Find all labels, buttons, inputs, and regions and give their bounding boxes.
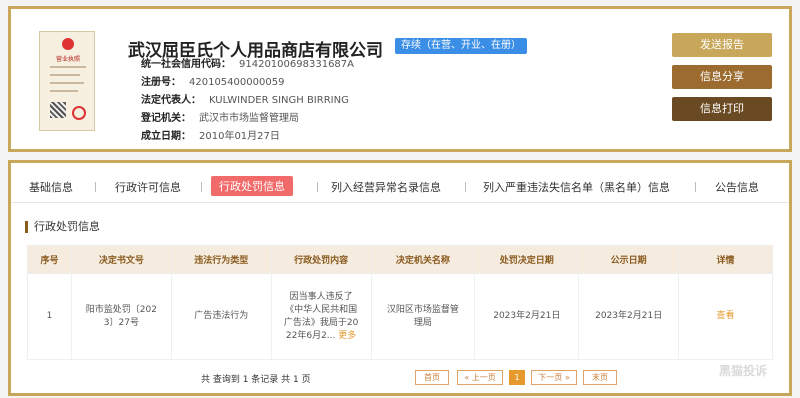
tab-divider <box>201 182 202 192</box>
national-emblem-icon <box>62 38 74 50</box>
status-badge: 存续（在营、开业、在册） <box>395 38 527 54</box>
prev-page-button[interactable]: « 上一页 <box>457 370 503 385</box>
info-label: 注册号： <box>141 77 181 88</box>
tab-divider <box>465 182 466 192</box>
table-row: 1 阳市监处罚〔202 3〕27号 广告违法行为 因当事人违反了 《中华人民共和… <box>27 273 773 360</box>
info-row-established: 成立日期： 2010年01月27日 <box>141 130 280 144</box>
next-page-button[interactable]: 下一页 » <box>531 370 577 385</box>
doc-no-line: 阳市监处罚〔202 <box>85 304 157 315</box>
info-value: 武汉市市场监督管理局 <box>199 113 299 124</box>
info-row-legal-rep: 法定代表人： KULWINDER SINGH BIRRING <box>141 94 349 108</box>
more-link[interactable]: 更多 <box>338 331 356 341</box>
column-header: 违法行为类型 <box>170 245 272 274</box>
tab-blacklist[interactable]: 列入严重违法失信名单（黑名单）信息 <box>483 179 670 195</box>
column-header: 决定机关名称 <box>370 245 476 274</box>
info-row-reg-no: 注册号： 420105400000059 <box>141 76 284 90</box>
authority-line: 理局 <box>413 317 432 328</box>
info-label: 成立日期： <box>141 131 191 142</box>
current-page-button[interactable]: 1 <box>509 370 525 385</box>
column-header: 详情 <box>678 245 773 274</box>
column-header: 决定书文号 <box>70 245 172 274</box>
tab-abnormal-list[interactable]: 列入经营异常名录信息 <box>331 179 441 195</box>
tab-admin-penalty[interactable]: 行政处罚信息 <box>211 176 293 196</box>
tab-announcements[interactable]: 公告信息 <box>715 179 759 195</box>
cell-detail: 查看 <box>678 273 773 360</box>
content-line: 广告法》我局于20 <box>283 317 359 328</box>
column-header: 处罚决定日期 <box>474 245 580 274</box>
license-text-line <box>50 74 80 76</box>
watermark-logo: 黑猫投诉 <box>718 364 767 378</box>
authority-line: 汉阳区市场监督管 <box>386 304 459 315</box>
info-label: 法定代表人： <box>141 95 201 106</box>
info-value: KULWINDER SINGH BIRRING <box>209 95 349 106</box>
doc-no-line: 3〕27号 <box>103 317 139 328</box>
company-card: 营业执照 武汉屈臣氏个人用品商店有限公司 存续（在营、开业、在册） 统一社会信用… <box>8 6 792 152</box>
view-detail-link[interactable]: 查看 <box>717 311 735 321</box>
column-header: 公示日期 <box>578 245 680 274</box>
qr-code-icon <box>50 102 66 118</box>
cell-violation-type: 广告违法行为 <box>170 273 272 360</box>
content-line: 因当事人违反了 <box>289 291 353 302</box>
tab-divider <box>95 182 96 192</box>
section-title: 行政处罚信息 <box>25 221 100 233</box>
official-seal-icon <box>72 106 86 120</box>
tab-divider <box>695 182 696 192</box>
license-title: 营业执照 <box>55 56 80 63</box>
tab-admin-license[interactable]: 行政许可信息 <box>115 179 181 195</box>
column-header: 序号 <box>27 245 72 274</box>
last-page-button[interactable]: 末页 <box>583 370 617 385</box>
info-row-authority: 登记机关： 武汉市市场监督管理局 <box>141 112 299 126</box>
penalty-table: 序号 决定书文号 违法行为类型 行政处罚内容 决定机关名称 处罚决定日期 公示日… <box>27 245 773 360</box>
license-text-line <box>50 90 78 92</box>
business-license-image[interactable]: 营业执照 <box>39 31 95 131</box>
cell-publish-date: 2023年2月21日 <box>578 273 680 360</box>
pagination-summary: 共 查询到 1 条记录 共 1 页 <box>201 375 311 385</box>
info-value: 91420100698331687A <box>239 59 354 70</box>
info-value: 2010年01月27日 <box>199 131 280 142</box>
cell-doc-no: 阳市监处罚〔202 3〕27号 <box>70 273 172 360</box>
info-value: 420105400000059 <box>189 77 285 88</box>
info-label: 统一社会信用代码： <box>141 59 231 70</box>
cell-penalty-content: 因当事人违反了 《中华人民共和国 广告法》我局于20 22年6月2... 更多 <box>270 273 372 360</box>
tabs-card: 基础信息 行政许可信息 行政处罚信息 列入经营异常名录信息 列入严重违法失信名单… <box>8 160 792 396</box>
first-page-button[interactable]: 首页 <box>415 370 449 385</box>
share-info-button[interactable]: 信息分享 <box>672 65 772 89</box>
tab-divider <box>317 182 318 192</box>
print-info-button[interactable]: 信息打印 <box>672 97 772 121</box>
info-label: 登记机关： <box>141 113 191 124</box>
license-text-line <box>50 82 84 84</box>
column-header: 行政处罚内容 <box>270 245 372 274</box>
table-header-row: 序号 决定书文号 违法行为类型 行政处罚内容 决定机关名称 处罚决定日期 公示日… <box>27 245 773 274</box>
license-text-line <box>50 66 86 68</box>
info-row-credit-code: 统一社会信用代码： 91420100698331687A <box>141 58 354 72</box>
cell-index: 1 <box>27 273 72 360</box>
tab-basic-info[interactable]: 基础信息 <box>29 179 73 195</box>
send-report-button[interactable]: 发送报告 <box>672 33 772 57</box>
cell-authority: 汉阳区市场监督管 理局 <box>370 273 476 360</box>
content-line: 《中华人民共和国 <box>285 304 358 315</box>
content-line: 22年6月2... <box>285 330 336 341</box>
tab-bar: 基础信息 行政许可信息 行政处罚信息 列入经营异常名录信息 列入严重违法失信名单… <box>11 173 789 203</box>
cell-decision-date: 2023年2月21日 <box>474 273 580 360</box>
